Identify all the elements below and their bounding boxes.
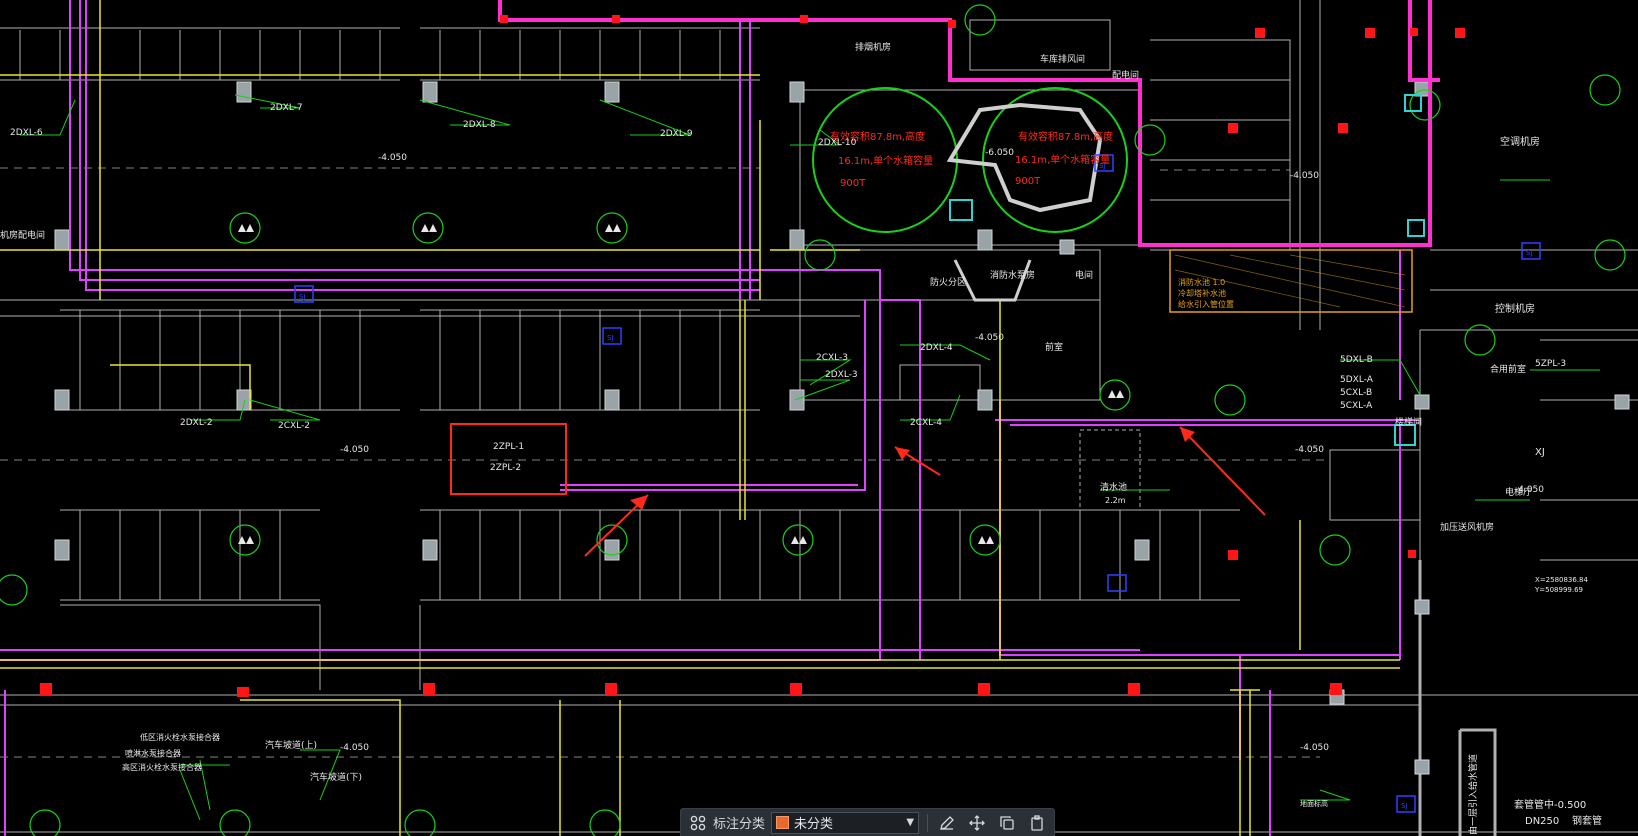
label-room-e: 控制机房 bbox=[1495, 302, 1535, 315]
elev-5: -6.050 bbox=[985, 148, 1014, 158]
cad-drawing[interactable]: 排烟机房 车库排风间 配电间 空调机房 控制机房 消防水泵房 电间 防火分区 楼… bbox=[0, 0, 1638, 836]
pipe-18: 5ZPL-3 bbox=[1535, 359, 1566, 369]
note-1: 低区消火栓水泵接合器 bbox=[140, 732, 220, 742]
chevron-down-icon: ▼ bbox=[906, 817, 915, 828]
label-room-a: 排烟机房 bbox=[855, 41, 891, 53]
dn-label-2: 钢套管 bbox=[1572, 814, 1602, 827]
sj-3: SJ bbox=[1099, 162, 1106, 170]
cad-canvas[interactable]: 排烟机房 车库排风间 配电间 空调机房 控制机房 消防水泵房 电间 防火分区 楼… bbox=[0, 0, 1638, 836]
label-room-d: 空调机房 bbox=[1500, 135, 1540, 148]
label-room-c: 配电间 bbox=[1112, 69, 1139, 81]
pipe-16: 5CXL-B bbox=[1340, 388, 1372, 398]
pipe-13: 2ZPL-2 bbox=[490, 463, 521, 473]
label-room-g: 电间 bbox=[1075, 269, 1093, 281]
category-select[interactable]: 未分类 ▼ bbox=[771, 811, 920, 834]
elev-8: -4.050 bbox=[1300, 743, 1329, 753]
grid-icon[interactable] bbox=[687, 812, 709, 834]
elev-4: -4.050 bbox=[1295, 445, 1324, 455]
dn-label: DN250 bbox=[1525, 816, 1559, 827]
label-room-b: 车库排风间 bbox=[1040, 53, 1085, 65]
hatch-note-3: 给水引入管位置 bbox=[1178, 299, 1234, 309]
clear-height-value: 2.2m bbox=[1105, 496, 1126, 505]
tank1-line2: 16.1m,单个水箱容量 bbox=[838, 154, 933, 167]
elev-2: -4.050 bbox=[340, 445, 369, 455]
pipe-4: 2DXL-9 bbox=[660, 129, 693, 139]
label-room-h: 防火分区 bbox=[930, 276, 966, 288]
tank2-line1: 有效容积87.8m,高度 bbox=[1018, 130, 1113, 143]
label-room-j: 加压送风机房 bbox=[1440, 521, 1494, 533]
sj-5: SJ bbox=[1401, 802, 1408, 810]
pipe-14: 5DXL-B bbox=[1340, 355, 1373, 365]
pipe-11: 2CXL-4 bbox=[910, 418, 942, 428]
pipe-6: 2DXL-2 bbox=[180, 418, 213, 428]
category-swatch bbox=[776, 816, 790, 829]
pipe-8: 2CXL-3 bbox=[816, 353, 848, 363]
pipe-17: 5CXL-A bbox=[1340, 401, 1373, 411]
pipe-7: 2CXL-2 bbox=[278, 421, 310, 431]
elev-1: -4.050 bbox=[378, 153, 407, 163]
category-value: 未分类 bbox=[794, 817, 834, 832]
tank2-line2: 16.1m,单个水箱容量 bbox=[1015, 153, 1110, 166]
tank2-line3: 900T bbox=[1015, 176, 1041, 187]
copy-icon[interactable] bbox=[996, 812, 1018, 834]
label-room-f: 消防水泵房 bbox=[990, 269, 1035, 281]
pipe-9: 2DXL-3 bbox=[825, 370, 858, 380]
paste-icon[interactable] bbox=[1026, 812, 1048, 834]
note-5: 汽车坡道(下) bbox=[310, 771, 362, 783]
pipe-2: 2DXL-7 bbox=[270, 103, 303, 113]
elev-6: -4.050 bbox=[975, 333, 1004, 343]
category-label: 标注分类 bbox=[713, 817, 766, 832]
tank1-line3: 900T bbox=[840, 178, 866, 189]
move-icon[interactable] bbox=[966, 812, 988, 834]
toolbar-divider bbox=[927, 813, 929, 832]
sj-1: SJ bbox=[299, 293, 306, 301]
elev-3: -4.050 bbox=[1290, 171, 1319, 181]
sj-4: SJ bbox=[1526, 249, 1533, 257]
coord-y: Y=508999.69 bbox=[1534, 586, 1583, 594]
label-room-l: 合用前室 bbox=[1490, 363, 1526, 375]
vertical-note: 由一层引入给水管道 bbox=[1467, 754, 1479, 835]
pipe-12: 2ZPL-1 bbox=[493, 442, 524, 452]
note-2: 喷淋水泵接合器 bbox=[125, 748, 181, 758]
clear-height-label: 清水池 bbox=[1100, 481, 1127, 493]
pipe-3: 2DXL-8 bbox=[463, 120, 496, 130]
hatch-note-1: 消防水池 1.0 bbox=[1178, 277, 1225, 287]
note-6: 地面标高 bbox=[1300, 799, 1328, 808]
sj-2: SJ bbox=[607, 334, 614, 342]
label-room-n: 机房配电间 bbox=[0, 229, 45, 241]
edit-icon[interactable] bbox=[936, 812, 958, 834]
elev-7: -4.050 bbox=[340, 743, 369, 753]
pipe-depth: 套管管中-0.500 bbox=[1514, 798, 1586, 811]
pipe-10: 2DXL-4 bbox=[920, 343, 953, 353]
note-3: 高区消火栓水泵接合器 bbox=[122, 762, 202, 772]
pipe-1: 2DXL-6 bbox=[10, 128, 43, 138]
label-room-m: 前室 bbox=[1045, 341, 1063, 353]
pipe-5: 2DXL-10 bbox=[818, 138, 857, 148]
note-4: 汽车坡道(上) bbox=[265, 739, 317, 751]
label-room-i: 楼梯间 bbox=[1395, 416, 1422, 428]
hatch-note-2: 冷却塔补水池 bbox=[1178, 288, 1226, 298]
annotation-toolbar: 标注分类 未分类 ▼ bbox=[680, 808, 1055, 836]
pipe-15: 5DXL-A bbox=[1340, 375, 1374, 385]
elev-9: -4.050 bbox=[1515, 485, 1544, 495]
xj-label: XJ bbox=[1535, 447, 1545, 458]
coord-x: X=2580836.84 bbox=[1535, 576, 1589, 584]
